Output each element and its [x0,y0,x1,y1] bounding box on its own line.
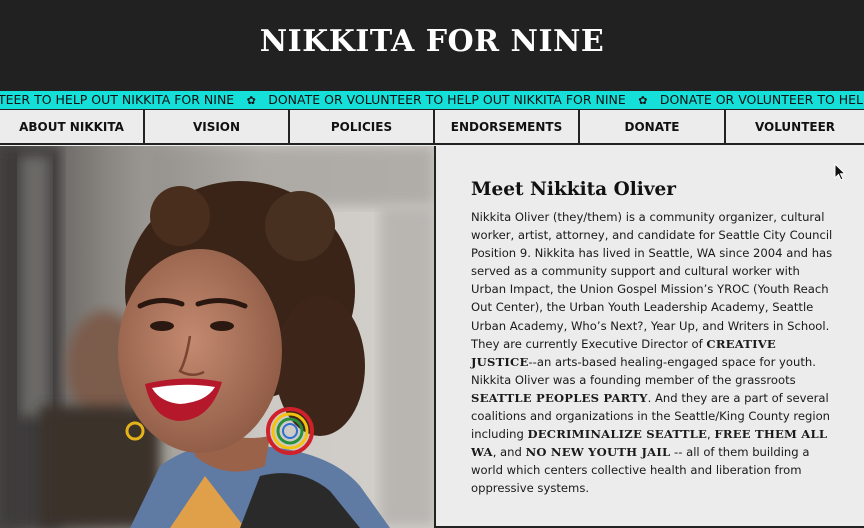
no-new-youth-jail-link[interactable]: NO NEW YOUTH JAIL [526,445,671,459]
nav-item-endorsements[interactable]: ENDORSEMENTS [435,110,580,143]
decriminalize-seattle-link[interactable]: DECRIMINALIZE SEATTLE [528,427,708,441]
seattle-peoples-party-link[interactable]: SEATTLE PEOPLES PARTY [471,391,648,405]
site-title[interactable]: NIKKITA FOR NINE [260,24,605,59]
ticker-text: DONATE OR VOLUNTEER TO HELP OUT NIKKITA … [659,92,864,107]
bio-panel: Meet Nikkita Oliver Nikkita Oliver (they… [436,146,864,528]
bio-paragraph-part: , and [492,445,526,460]
flower-icon: ✿ [638,94,648,107]
ticker-text: DONATE OR VOLUNTEER TO HELP OUT NIKKITA … [268,92,626,107]
bio-title: Meet Nikkita Oliver [471,179,677,200]
main-nav: ABOUT NIKKITA VISION POLICIES ENDORSEMEN… [0,109,864,145]
nav-item-about-nikkita[interactable]: ABOUT NIKKITA [0,110,145,143]
mouse-cursor-icon [834,163,846,181]
portrait-photo [0,146,435,528]
nav-item-policies[interactable]: POLICIES [290,110,435,143]
flower-icon: ✿ [246,94,256,107]
ticker-text: TEER TO HELP OUT NIKKITA FOR NINE [0,92,235,107]
ticker-banner[interactable]: TEER TO HELP OUT NIKKITA FOR NINE ✿ DONATE… [0,91,864,109]
bio-paragraph-part: Nikkita Oliver (they/them) is a communit… [471,210,833,351]
bio-text: Nikkita Oliver (they/them) is a communit… [471,208,833,498]
site-header: NIKKITA FOR NINE [0,0,864,91]
nav-item-vision[interactable]: VISION [145,110,290,143]
nav-item-donate[interactable]: DONATE [580,110,726,143]
nav-item-volunteer[interactable]: VOLUNTEER [726,110,864,143]
